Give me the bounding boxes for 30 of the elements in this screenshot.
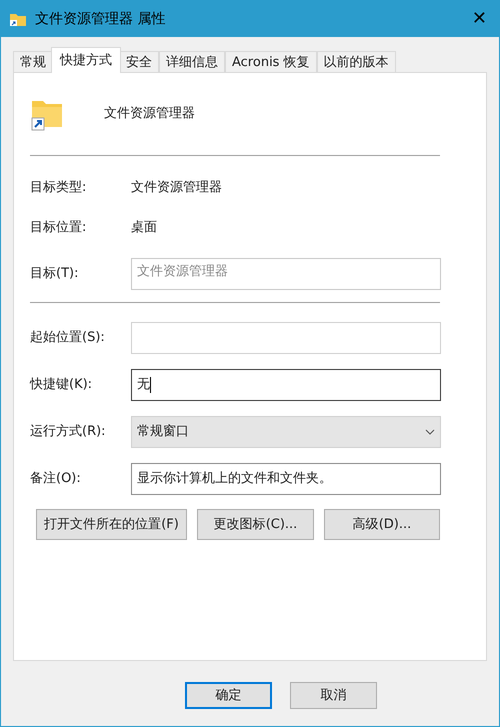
field-label: 快捷键(K): (30, 376, 94, 394)
tab[interactable]: 快捷方式 (51, 47, 121, 73)
folder-shortcut-icon (9, 11, 27, 27)
chevron-down-icon (425, 429, 435, 435)
button[interactable]: 打开文件所在的位置(F) (36, 509, 187, 540)
input-field[interactable]: 显示你计算机上的文件和文件夹。 (131, 463, 441, 495)
field-label: 起始位置(S): (30, 329, 106, 348)
button[interactable]: 高级(D)... (324, 509, 440, 540)
dropdown[interactable]: 常规窗口 (131, 416, 441, 448)
field-label: 运行方式(R): (30, 423, 107, 442)
field-value: 桌面 (131, 219, 157, 238)
field-label: 目标(T): (30, 265, 80, 284)
button[interactable]: 取消 (290, 682, 377, 709)
text-cursor (150, 377, 151, 393)
tab[interactable]: 常规 (13, 51, 53, 73)
button[interactable]: 确定 (185, 682, 272, 709)
field-label: 备注(O): (30, 470, 82, 488)
button[interactable]: 更改图标(C)... (197, 509, 314, 540)
field-label: 目标类型: (30, 179, 88, 198)
tab[interactable]: 详细信息 (159, 51, 225, 73)
tab[interactable]: 安全 (119, 51, 159, 73)
shortcut-name: 文件资源管理器 (104, 105, 195, 124)
close-button[interactable]: ✕ (472, 10, 487, 28)
tab[interactable]: Acronis 恢复 (225, 51, 317, 73)
tab[interactable]: 以前的版本 (316, 51, 396, 73)
field-label: 目标位置: (30, 219, 88, 238)
window-title: 文件资源管理器 属性 (35, 10, 166, 28)
input-field[interactable]: 无 (131, 369, 441, 401)
input-field[interactable] (131, 322, 441, 354)
field-value: 文件资源管理器 (131, 179, 222, 198)
